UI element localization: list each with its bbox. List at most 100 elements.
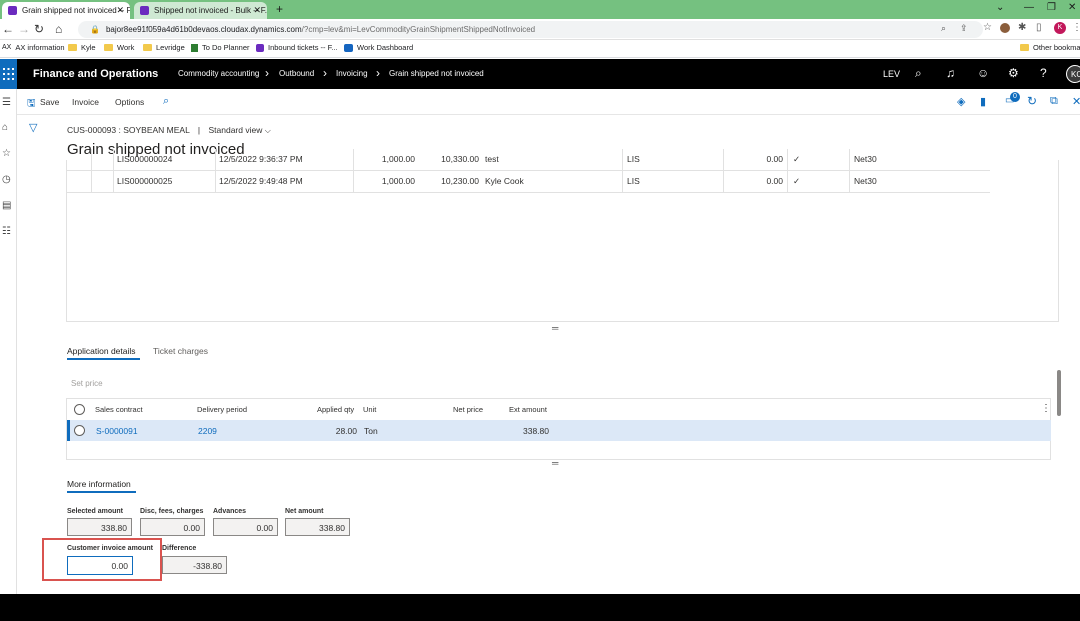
column-header-unit[interactable]: Unit (363, 405, 376, 414)
browser-tab-strip: Grain shipped not invoiced -- Fi... ✕ Sh… (0, 0, 1080, 19)
power-apps-icon[interactable]: ◈ (957, 95, 965, 108)
column-header-delivery-period[interactable]: Delivery period (197, 405, 247, 414)
check-icon: ✓ (793, 176, 801, 186)
company-picker[interactable]: LEV (883, 69, 900, 79)
close-window-icon[interactable]: ✕ (1068, 2, 1076, 13)
d365-favicon-icon (140, 6, 149, 15)
menu-kebab-icon[interactable]: ⋮ (1072, 22, 1080, 33)
row-select-radio[interactable] (74, 425, 85, 436)
set-price-button[interactable]: Set price (71, 379, 103, 388)
chevron-down-icon[interactable]: ⌵ (265, 126, 271, 135)
shipments-grid: LIS000000024 12/5/2022 9:36:37 PM 1,000.… (66, 149, 1059, 322)
extensions-puzzle-icon[interactable]: ✱ (1018, 22, 1026, 33)
home-icon[interactable]: ⌂ (55, 22, 62, 36)
bookmark-label: To Do Planner (202, 43, 250, 52)
tab-search-chevron-icon[interactable]: ⌄ (996, 2, 1004, 13)
notifications-bell-icon[interactable]: ♫ (946, 66, 955, 80)
bookmark-folder[interactable]: Levridge (143, 43, 185, 52)
bookmark-label: Other bookmarks (1033, 43, 1080, 52)
minimize-icon[interactable]: — (1024, 2, 1034, 13)
grid-options-kebab-icon[interactable]: ⋮ (1041, 403, 1051, 414)
bookmark-item[interactable]: Inbound tickets -- F... (256, 43, 338, 52)
view-separator: | (197, 125, 201, 135)
reload-icon[interactable]: ↻ (34, 22, 44, 36)
select-all-radio[interactable] (74, 404, 85, 415)
profile-avatar[interactable]: K (1054, 22, 1066, 34)
bookmark-label: Levridge (156, 43, 185, 52)
tab-ticket-charges[interactable]: Ticket charges (153, 346, 208, 356)
bookmark-item[interactable]: To Do Planner (191, 43, 250, 52)
bookmark-label: Work (117, 43, 135, 52)
close-icon[interactable]: ✕ (1072, 95, 1080, 108)
breadcrumb-item[interactable]: Outbound (279, 69, 314, 78)
recent-clock-icon[interactable]: ◷ (2, 174, 11, 185)
invoice-tab-button[interactable]: Invoice (72, 97, 99, 107)
zoom-icon[interactable]: ⌕ (941, 23, 946, 34)
planner-icon (191, 43, 198, 52)
office-icon[interactable]: ▮ (980, 95, 986, 108)
selected-amount-field: 338.80 (67, 518, 132, 536)
user-avatar[interactable]: KC (1066, 65, 1080, 83)
delivery-period-link[interactable]: 2209 (198, 426, 217, 436)
breadcrumb-item[interactable]: Invoicing (336, 69, 368, 78)
search-icon[interactable]: ⌕ (163, 95, 169, 108)
settings-gear-icon[interactable]: ⚙ (1008, 66, 1019, 80)
close-tab-icon[interactable]: ✕ (253, 5, 261, 16)
app-launcher-waffle-icon[interactable] (0, 59, 17, 89)
share-icon[interactable]: ⇪ (960, 23, 968, 34)
favorites-star-icon[interactable]: ☆ (2, 148, 11, 159)
folder-icon (143, 44, 152, 51)
close-tab-icon[interactable]: ✕ (116, 5, 124, 16)
tab-more-information[interactable]: More information (67, 479, 131, 489)
bookmark-star-icon[interactable]: ☆ (983, 22, 992, 33)
browser-tab-active[interactable]: Grain shipped not invoiced -- Fi... ✕ (2, 2, 130, 19)
modules-list-icon[interactable]: ☷ (2, 226, 11, 237)
restore-icon[interactable]: ❐ (1047, 2, 1056, 13)
bookmark-item[interactable]: AX AX information (2, 43, 65, 52)
tab-application-details[interactable]: Application details (67, 346, 136, 356)
sales-contract-link[interactable]: S-0000091 (96, 426, 138, 436)
feedback-smiley-icon[interactable]: ☺ (977, 66, 989, 80)
bookmark-folder[interactable]: Work (104, 43, 134, 52)
url-input[interactable]: 🔒 bajor8ee91f059a4d61b0devaos.cloudax.dy… (78, 21, 983, 38)
shipment-id: LIS000000024 (117, 154, 173, 164)
save-icon[interactable]: 🖫 (27, 96, 36, 113)
column-header-net-price[interactable]: Net price (453, 405, 483, 414)
forward-arrow-icon[interactable]: → (18, 22, 30, 36)
filter-icon[interactable]: ▽ (29, 121, 37, 134)
bookmark-item[interactable]: Work Dashboard (344, 43, 413, 52)
extension-icon[interactable] (1000, 23, 1010, 33)
back-arrow-icon[interactable]: ← (2, 22, 14, 36)
help-icon[interactable]: ? (1040, 66, 1047, 80)
refresh-icon[interactable]: ↻ (1027, 94, 1037, 108)
open-new-window-icon[interactable]: ⧉ (1050, 95, 1058, 108)
breadcrumb-item[interactable]: Grain shipped not invoiced (389, 69, 484, 78)
bookmark-folder[interactable]: Kyle (68, 43, 96, 52)
new-tab-button[interactable]: + (276, 2, 283, 16)
column-header-applied-qty[interactable]: Applied qty (317, 405, 354, 414)
folder-icon (68, 44, 77, 51)
options-tab-button[interactable]: Options (115, 97, 144, 107)
column-header-sales-contract[interactable]: Sales contract (95, 405, 143, 414)
side-panel-icon[interactable]: ▯ (1036, 22, 1042, 33)
hamburger-menu-icon[interactable]: ☰ (2, 97, 11, 108)
other-bookmarks-folder[interactable]: Other bookmarks (1020, 43, 1080, 52)
browser-tab-title: Grain shipped not invoiced -- Fi... (22, 6, 130, 15)
table-row[interactable]: LIS000000025 12/5/2022 9:49:48 PM 1,000.… (67, 171, 990, 193)
breadcrumb-item[interactable]: Commodity accounting (178, 69, 259, 78)
action-pane: 🖫 Save Invoice Options ⌕ ◈ ▮ ▭ 0 ↻ ⧉ ✕ (17, 89, 1080, 115)
dashboard-icon (344, 43, 353, 52)
vertical-scrollbar-thumb[interactable] (1057, 370, 1061, 416)
column-header-ext-amount[interactable]: Ext amount (509, 405, 547, 414)
browser-tab[interactable]: Shipped not invoiced - Bulk -- F... ✕ (134, 2, 267, 19)
save-button[interactable]: Save (40, 97, 59, 107)
home-icon[interactable]: ⌂ (2, 122, 8, 133)
workspaces-icon[interactable]: ▤ (2, 200, 11, 211)
table-row[interactable]: LIS000000024 12/5/2022 9:36:37 PM 1,000.… (67, 149, 990, 171)
search-icon[interactable]: ⌕ (915, 66, 922, 81)
pane-splitter-handle[interactable]: ═ (552, 323, 558, 333)
view-selector[interactable]: Standard view (208, 125, 262, 135)
pane-splitter-handle[interactable]: ═ (552, 458, 558, 468)
disc-fees-charges-label: Disc, fees, charges (140, 508, 204, 515)
table-row[interactable]: S-0000091 2209 28.00 Ton 338.80 (67, 420, 1051, 441)
